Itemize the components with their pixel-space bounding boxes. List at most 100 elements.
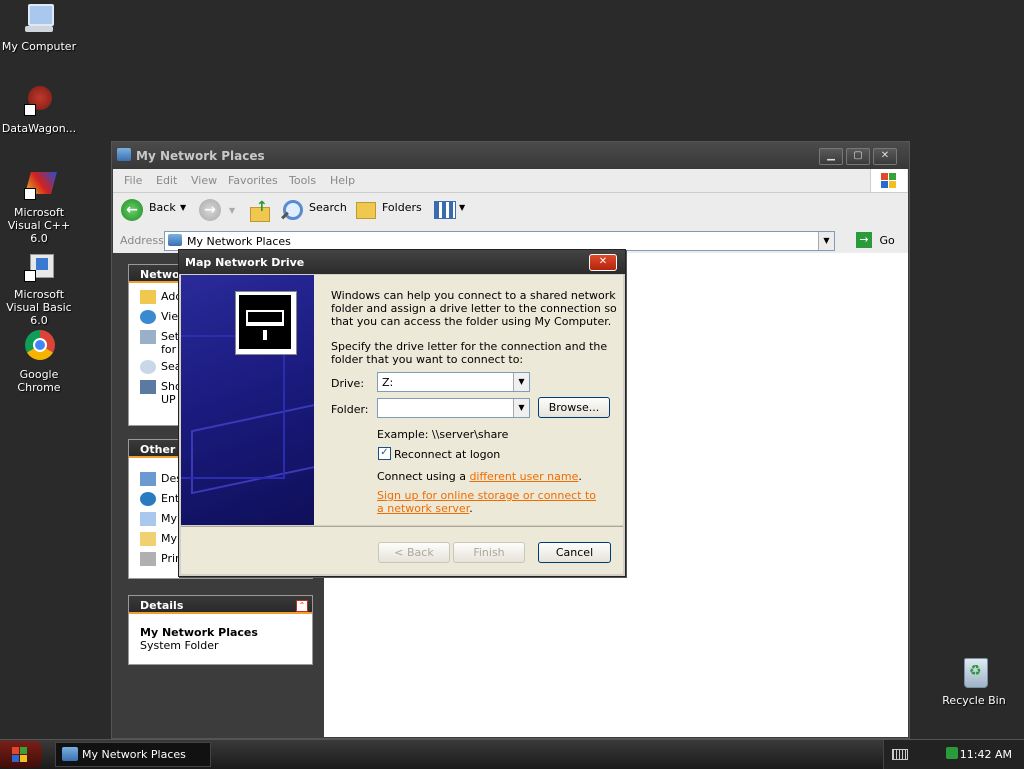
folder-label: Folder:	[331, 403, 369, 416]
start-button[interactable]	[0, 741, 42, 768]
search-computers-icon	[140, 360, 156, 374]
place-label: Ent	[161, 492, 180, 505]
go-label: Go	[879, 233, 895, 247]
task-item[interactable]: Add	[140, 290, 182, 304]
back-arrow-icon: ←	[121, 199, 143, 221]
details-panel: Details ⌃ My Network Places System Folde…	[128, 595, 313, 665]
task-item[interactable]: Sho	[140, 380, 182, 394]
folder-input[interactable]: ▼	[377, 398, 530, 418]
task-item[interactable]: Set	[140, 330, 179, 344]
windows-logo-icon	[12, 747, 28, 762]
folder-dropdown-icon[interactable]: ▼	[513, 399, 529, 417]
task-item[interactable]: Sea	[140, 360, 182, 374]
show-upnp-icon	[140, 380, 156, 394]
place-item[interactable]: My	[140, 532, 177, 546]
desktop-icon-recycle-bin[interactable]: ♻ Recycle Bin	[935, 656, 1013, 707]
search-label: Search	[309, 201, 347, 214]
task-item[interactable]: Vie	[140, 310, 178, 324]
window-titlebar[interactable]: My Network Places ▁ ▢ ✕	[112, 142, 909, 169]
desktop-icon-my-computer[interactable]: My Computer	[0, 2, 78, 53]
folders-icon	[356, 202, 376, 219]
specify-text: Specify the drive letter for the connect…	[331, 340, 608, 366]
taskbar-item-label: My Network Places	[82, 748, 186, 761]
minimize-button[interactable]: ▁	[819, 148, 843, 165]
views-button[interactable]: ▼	[434, 199, 470, 221]
task-label: for	[161, 343, 177, 356]
browse-button[interactable]: Browse...	[538, 397, 610, 418]
network-places-icon	[117, 148, 131, 161]
desktop-icon-label: Microsoft Visual C++ 6.0	[7, 206, 71, 245]
reconnect-checkbox[interactable]: ✓	[378, 447, 391, 460]
dialog-close-icon[interactable]: ✕	[589, 254, 617, 271]
add-network-place-icon	[140, 290, 156, 304]
back-label: Back	[149, 201, 176, 214]
menu-view[interactable]: View	[191, 174, 217, 187]
cancel-button[interactable]: Cancel	[538, 542, 611, 563]
visual-cpp-icon: ↗	[22, 168, 57, 202]
desktop-icon-label: DataWagon...	[1, 122, 77, 135]
back-dropdown-icon[interactable]: ▼	[180, 203, 186, 212]
forward-dropdown-icon[interactable]: ▼	[229, 206, 235, 215]
desktop-icon-label: Microsoft Visual Basic 6.0	[6, 288, 72, 327]
address-input[interactable]: My Network Places ▼	[164, 231, 835, 251]
taskbar-item-my-network-places[interactable]: My Network Places	[55, 742, 211, 767]
wizard-banner	[181, 275, 314, 525]
address-label: Address	[120, 234, 164, 247]
back-button[interactable]: ← Back ▼	[121, 197, 186, 223]
different-user-link[interactable]: different user name	[469, 470, 578, 483]
drive-dropdown-icon[interactable]: ▼	[513, 373, 529, 391]
maximize-button[interactable]: ▢	[846, 148, 870, 165]
forward-arrow-icon[interactable]: →	[199, 199, 221, 221]
dialog-titlebar[interactable]: Map Network Drive ✕	[179, 250, 625, 274]
place-item[interactable]: Des	[140, 472, 182, 486]
my-computer-icon	[140, 512, 156, 526]
computer-icon	[22, 2, 56, 36]
menu-help[interactable]: Help	[330, 174, 355, 187]
menu-edit[interactable]: Edit	[156, 174, 177, 187]
task-item-continued[interactable]: for	[161, 343, 176, 356]
drive-select[interactable]: Z: ▼	[377, 372, 530, 392]
folders-button[interactable]: Folders	[354, 197, 424, 223]
desktop-icon-chrome[interactable]: Google Chrome	[0, 330, 78, 394]
signup-link[interactable]: Sign up for online storage or connect to…	[377, 489, 596, 515]
menu-tools[interactable]: Tools	[289, 174, 316, 187]
collapse-icon[interactable]: ⌃	[296, 600, 308, 612]
back-button[interactable]: < Back	[378, 542, 450, 563]
entire-network-icon	[140, 492, 156, 506]
intro-text: Windows can help you connect to a shared…	[331, 289, 617, 328]
dialog-footer: < Back Finish Cancel	[181, 526, 623, 574]
close-button[interactable]: ✕	[873, 148, 897, 165]
search-button[interactable]: Search	[281, 197, 347, 223]
task-label: Set	[161, 330, 180, 343]
place-item[interactable]: Ent	[140, 492, 179, 506]
folders-label: Folders	[382, 201, 422, 214]
finish-button[interactable]: Finish	[453, 542, 525, 563]
reconnect-label[interactable]: Reconnect at logon	[394, 448, 500, 461]
signup-suffix: .	[469, 502, 473, 515]
menu-favorites[interactable]: Favorites	[228, 174, 278, 187]
search-icon	[283, 200, 303, 220]
network-connection-icon[interactable]	[946, 747, 958, 759]
desktop-icon-label: Recycle Bin	[942, 694, 1006, 707]
place-item[interactable]: Prin	[140, 552, 182, 566]
toolbar: ← Back ▼ → ▼ ↑ Search Folders ▼	[113, 193, 908, 230]
signup-text: Sign up for online storage or connect to…	[377, 489, 597, 515]
desktop-icon-datawagon[interactable]: ↗ DataWagon...	[0, 84, 78, 135]
desktop-icon-label: Google Chrome	[17, 368, 61, 394]
keyboard-icon[interactable]	[892, 749, 908, 760]
view-connections-icon	[140, 310, 156, 324]
place-item[interactable]: My	[140, 512, 177, 526]
network-places-icon	[62, 747, 78, 761]
address-dropdown-icon[interactable]: ▼	[818, 232, 834, 250]
panel-header[interactable]: Details	[129, 596, 312, 614]
go-button[interactable]: → Go	[856, 232, 895, 248]
connect-suffix: .	[578, 470, 582, 483]
desktop-icon-vc6[interactable]: ↗ Microsoft Visual C++ 6.0	[0, 168, 78, 245]
clock[interactable]: 11:42 AM	[960, 748, 1012, 761]
desktop-icon-vb6[interactable]: ↗ Microsoft Visual Basic 6.0	[0, 250, 78, 327]
chrome-icon	[22, 330, 56, 364]
up-folder-icon[interactable]: ↑	[248, 199, 270, 222]
dialog-body: Windows can help you connect to a shared…	[314, 275, 623, 525]
task-item-continued[interactable]: UP	[161, 393, 176, 406]
menu-file[interactable]: File	[124, 174, 142, 187]
